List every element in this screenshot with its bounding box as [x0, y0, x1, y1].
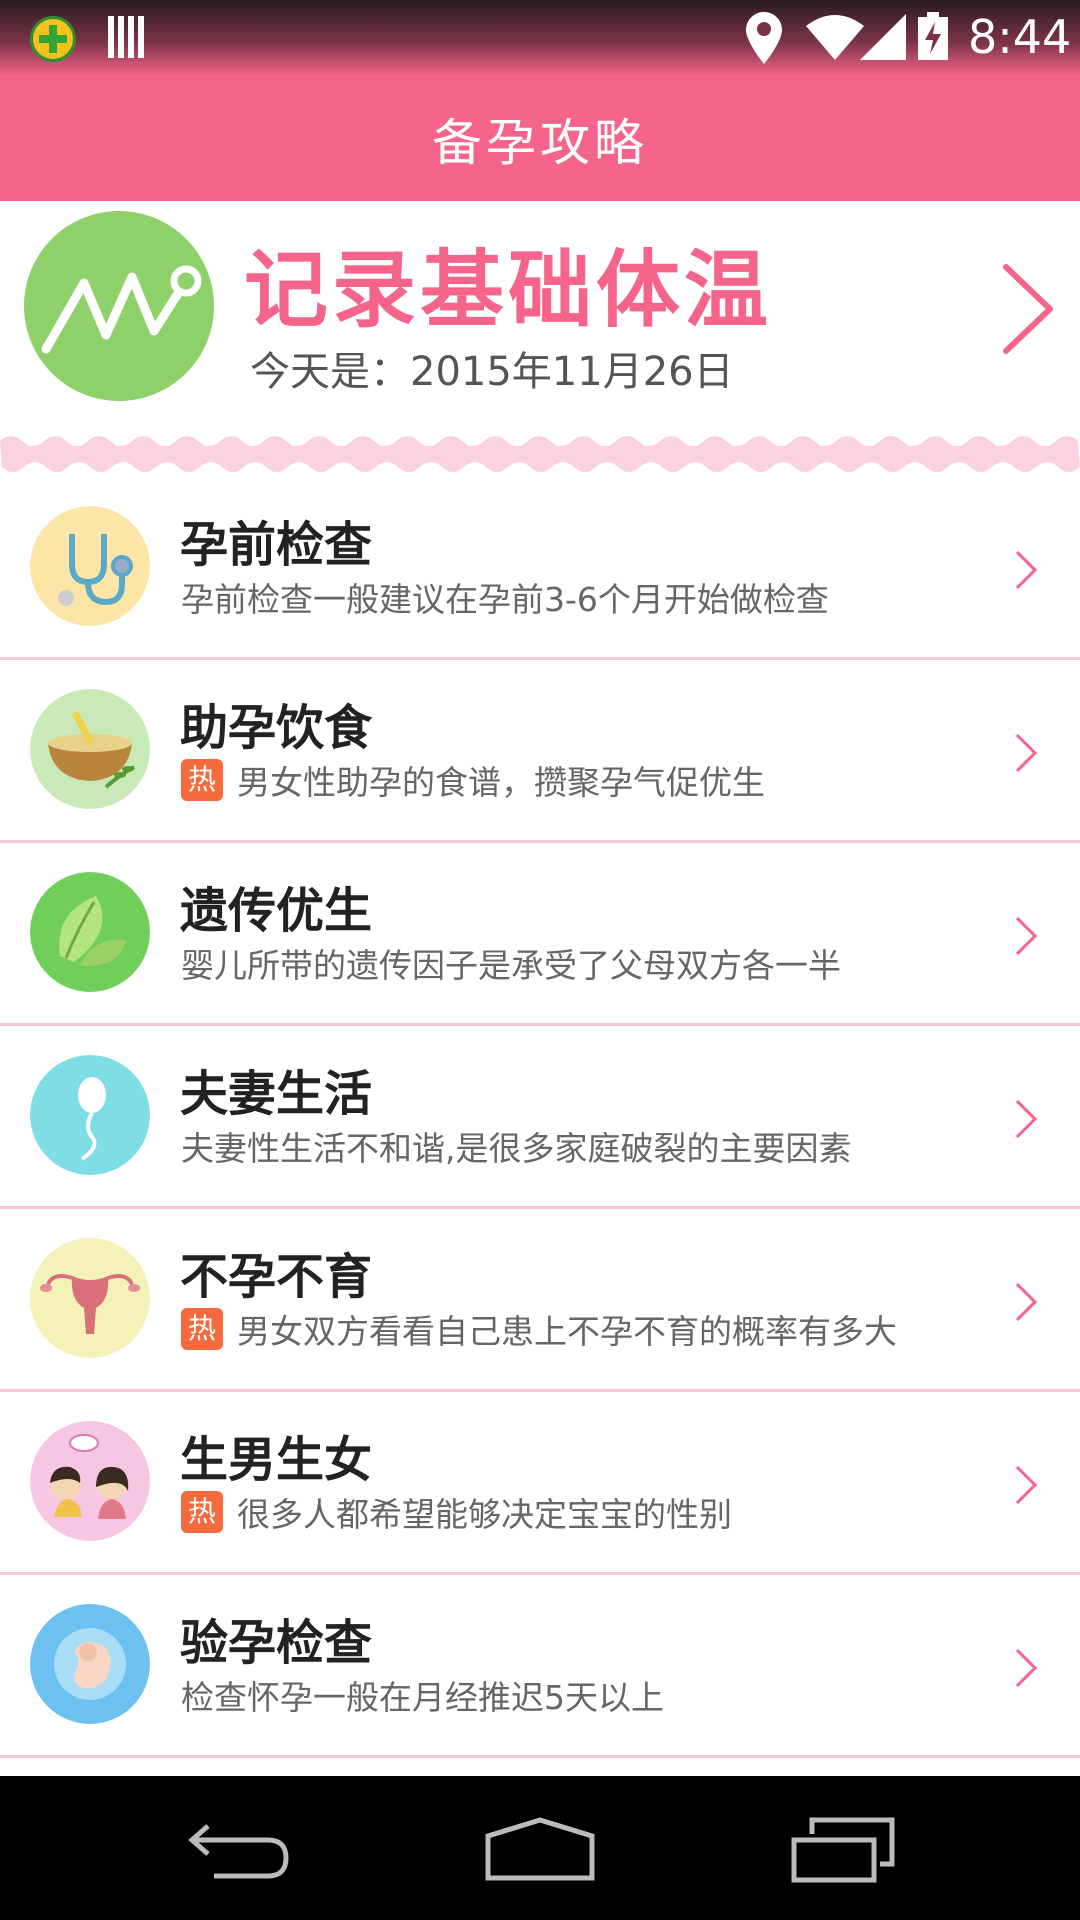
item-title: 验孕检查	[180, 1615, 373, 1671]
item-title: 助孕饮食	[180, 700, 373, 756]
chevron-right-icon	[1015, 550, 1038, 590]
item-title: 遗传优生	[180, 883, 373, 939]
leaf-icon	[30, 872, 150, 992]
guide-list: 孕前检查 孕前检查一般建议在孕前3-6个月开始做检查 助孕饮食 热 男女性助孕的…	[0, 477, 1080, 1758]
temperature-banner[interactable]: 记录基础体温 今天是：2015年11月26日	[0, 201, 1080, 431]
recent-apps-icon[interactable]	[790, 1814, 896, 1884]
battery-charging-icon	[918, 12, 948, 60]
app-icon	[30, 16, 76, 62]
fetus-icon	[30, 1604, 150, 1724]
page-title: 备孕攻略	[432, 113, 648, 172]
chevron-right-icon	[1003, 264, 1053, 354]
back-icon[interactable]	[188, 1818, 292, 1882]
stethoscope-icon	[30, 506, 150, 626]
item-description-text: 男女双方看看自己患上不孕不育的概率有多大	[237, 1312, 897, 1351]
item-description-text: 婴儿所带的遗传因子是承受了父母双方各一半	[181, 946, 841, 985]
item-title: 孕前检查	[180, 517, 373, 573]
wavy-divider	[0, 436, 1080, 472]
hot-badge: 热	[181, 759, 223, 801]
item-description-text: 很多人都希望能够决定宝宝的性别	[237, 1495, 732, 1534]
today-date: 今天是：2015年11月26日	[250, 349, 734, 395]
status-time: 8:44	[968, 10, 1072, 64]
chevron-right-icon	[1015, 1282, 1038, 1322]
list-item[interactable]: 助孕饮食 热 男女性助孕的食谱，攒聚孕气促优生	[0, 660, 1080, 843]
item-description: 夫妻性生活不和谐,是很多家庭破裂的主要因素	[181, 1122, 852, 1170]
item-description: 孕前检查一般建议在孕前3-6个月开始做检查	[181, 573, 829, 621]
home-icon[interactable]	[484, 1816, 596, 1882]
barcode-icon	[108, 16, 144, 58]
list-item[interactable]: 夫妻生活 夫妻性生活不和谐,是很多家庭破裂的主要因素	[0, 1026, 1080, 1209]
item-description-text: 夫妻性生活不和谐,是很多家庭破裂的主要因素	[181, 1129, 852, 1168]
location-icon	[746, 12, 782, 64]
item-description-text: 孕前检查一般建议在孕前3-6个月开始做检查	[181, 580, 829, 619]
list-item[interactable]: 遗传优生 婴儿所带的遗传因子是承受了父母双方各一半	[0, 843, 1080, 1026]
temperature-title: 记录基础体温	[244, 241, 773, 339]
screen: 8:44 备孕攻略 记录基础体温 今天是：2015年11月26日 孕前检查 孕前…	[0, 0, 1080, 1920]
item-description: 热 很多人都希望能够决定宝宝的性别	[181, 1488, 732, 1536]
chevron-right-icon	[1015, 733, 1038, 773]
item-description: 热 男女双方看看自己患上不孕不育的概率有多大	[181, 1305, 897, 1353]
chart-line-icon	[24, 211, 214, 401]
item-title: 夫妻生活	[180, 1066, 373, 1122]
wifi-icon	[806, 15, 864, 60]
item-description: 婴儿所带的遗传因子是承受了父母双方各一半	[181, 939, 841, 987]
list-item[interactable]: 孕前检查 孕前检查一般建议在孕前3-6个月开始做检查	[0, 477, 1080, 660]
hot-badge: 热	[181, 1491, 223, 1533]
chevron-right-icon	[1015, 1099, 1038, 1139]
uterus-icon	[30, 1238, 150, 1358]
status-bar: 8:44	[0, 0, 1080, 76]
item-description-text: 检查怀孕一般在月经推迟5天以上	[181, 1678, 664, 1717]
navigation-bar	[0, 1776, 1080, 1920]
list-item[interactable]: 不孕不育 热 男女双方看看自己患上不孕不育的概率有多大	[0, 1209, 1080, 1392]
item-title: 生男生女	[180, 1432, 373, 1488]
title-bar: 备孕攻略	[0, 76, 1080, 201]
item-description: 热 男女性助孕的食谱，攒聚孕气促优生	[181, 756, 765, 804]
food-bowl-icon	[30, 689, 150, 809]
sperm-icon	[30, 1055, 150, 1175]
item-title: 不孕不育	[180, 1249, 373, 1305]
signal-icon	[860, 14, 906, 60]
item-description-text: 男女性助孕的食谱，攒聚孕气促优生	[237, 763, 765, 802]
boy-girl-icon	[30, 1421, 150, 1541]
list-item[interactable]: 验孕检查 检查怀孕一般在月经推迟5天以上	[0, 1575, 1080, 1758]
chevron-right-icon	[1015, 1465, 1038, 1505]
list-item[interactable]: 生男生女 热 很多人都希望能够决定宝宝的性别	[0, 1392, 1080, 1575]
chevron-right-icon	[1015, 916, 1038, 956]
hot-badge: 热	[181, 1308, 223, 1350]
item-description: 检查怀孕一般在月经推迟5天以上	[181, 1671, 664, 1719]
chevron-right-icon	[1015, 1648, 1038, 1688]
